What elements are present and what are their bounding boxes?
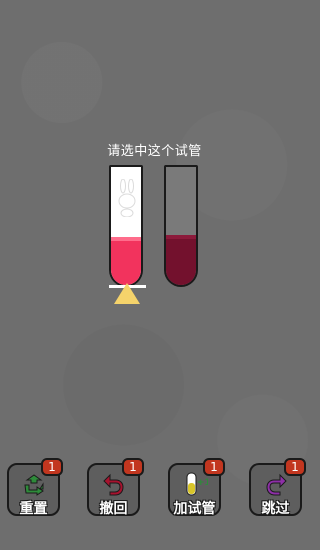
prompt-text: 请选中这个试管 xyxy=(107,144,202,159)
add-tube-count-badge: 1 xyxy=(203,458,225,476)
skip-count-badge: 1 xyxy=(284,458,306,476)
add-tube-label: 加试管 xyxy=(173,501,216,517)
add-tube-icon: +1 xyxy=(186,472,208,496)
undo-count-badge: 1 xyxy=(122,458,144,476)
test-tube-1[interactable] xyxy=(109,165,143,287)
liquid-layer xyxy=(111,237,141,285)
skip-icon xyxy=(266,473,287,496)
bunny-icon xyxy=(118,179,136,217)
undo-label: 撤回 xyxy=(99,501,128,517)
test-tube-2[interactable] xyxy=(164,165,198,287)
reset-label: 重置 xyxy=(19,501,48,517)
liquid-layer xyxy=(166,235,196,285)
skip-label: 跳过 xyxy=(261,501,290,517)
svg-text:+1: +1 xyxy=(197,478,208,488)
undo-icon xyxy=(103,473,124,496)
reset-count-badge: 1 xyxy=(41,458,63,476)
selection-arrow-icon xyxy=(114,283,140,304)
